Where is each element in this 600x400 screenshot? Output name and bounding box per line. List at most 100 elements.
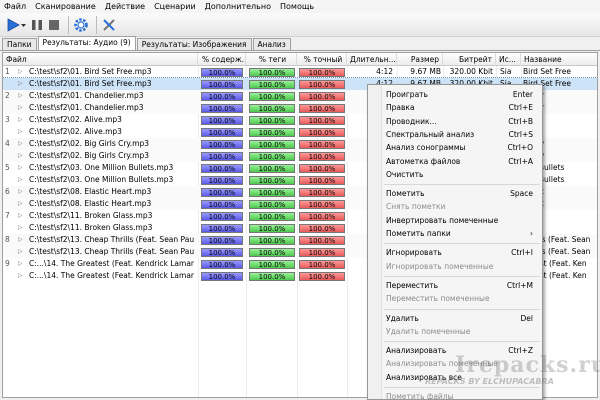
context-menu-label: Переместить помеченные: [386, 294, 490, 304]
content-match-bar: 100.0%: [201, 259, 243, 269]
expand-arrow-icon[interactable]: ▷: [18, 258, 24, 270]
tab-0[interactable]: Папки: [2, 38, 37, 50]
tab-3[interactable]: Анализ: [252, 38, 291, 50]
column-exact[interactable]: % точный: [297, 53, 347, 66]
context-menu-item: Удалить помеченные: [383, 325, 541, 338]
expand-arrow-icon[interactable]: ▷: [18, 234, 24, 246]
menu-separator: [384, 387, 540, 388]
expand-arrow-icon[interactable]: ▷: [18, 270, 24, 282]
file-path: C:\test\sf2\13. Cheap Thrills (Feat. Sea…: [29, 247, 194, 256]
menu-bar: Файл Сканирование Действие Сценарии Дополнит…: [0, 0, 600, 13]
context-menu-gutter: [368, 85, 382, 399]
expand-arrow-icon[interactable]: ▷: [18, 198, 24, 210]
context-menu-item[interactable]: Анализ сонограммы Ctrl+O: [383, 141, 541, 154]
context-menu-item: Пометить файлы: [383, 390, 541, 399]
settings-button[interactable]: [73, 15, 89, 35]
expand-arrow-icon[interactable]: ▷: [18, 210, 24, 222]
context-menu-item[interactable]: Проводник... Ctrl+B: [383, 115, 541, 128]
expand-arrow-icon[interactable]: ▷: [18, 102, 24, 114]
exact-match-bar: 100.0%: [299, 271, 345, 281]
expand-arrow-icon[interactable]: ▷: [18, 186, 24, 198]
tab-2[interactable]: Результаты: Изображения: [136, 38, 252, 50]
column-name[interactable]: Название: [521, 53, 597, 66]
context-menu-item[interactable]: Игнорировать Ctrl+I: [383, 246, 541, 259]
expand-arrow-icon[interactable]: ▷: [18, 246, 24, 258]
context-menu-item: Игнорировать помеченные: [383, 260, 541, 273]
row-group-number: 8: [5, 235, 10, 244]
context-menu-shortcut: Ctrl+M: [506, 280, 533, 290]
context-menu-item[interactable]: Переместить Ctrl+M: [383, 279, 541, 292]
context-menu-item[interactable]: Пометить Space: [383, 187, 541, 200]
context-menu-item: Снять пометки: [383, 200, 541, 213]
file-path: C:...\14. The Greatest (Feat. Kendrick L…: [29, 271, 194, 280]
menu-item[interactable]: Сканирование: [35, 2, 96, 11]
context-menu-item: Переместить помеченные: [383, 292, 541, 305]
expand-arrow-icon[interactable]: ▷: [18, 78, 24, 90]
context-menu-label: Удалить помеченные: [386, 326, 471, 336]
toolbar-separator: [68, 15, 69, 34]
expand-arrow-icon[interactable]: ▷: [18, 114, 24, 126]
play-button[interactable]: [6, 15, 27, 35]
expand-arrow-icon[interactable]: ▷: [18, 222, 24, 234]
column-bitrate[interactable]: Битрейт: [443, 53, 496, 66]
file-path: C:\test\sf2\01. Bird Set Free.mp3: [29, 67, 152, 76]
menu-item[interactable]: Сценарии: [154, 2, 196, 11]
column-content[interactable]: % содерж.: [198, 53, 246, 66]
tags-match-bar: 100.0%: [249, 163, 295, 173]
context-menu-item[interactable]: Спектральный анализ Ctrl+S: [383, 128, 541, 141]
exact-match-bar: 100.0%: [299, 79, 345, 89]
row-group-number: 4: [5, 139, 10, 148]
row-group-number: [5, 150, 15, 162]
tab-1[interactable]: Результаты: Аудио (9): [37, 36, 136, 50]
duration: 4:12: [376, 67, 393, 76]
content-match-bar: 100.0%: [201, 91, 243, 101]
context-menu-item[interactable]: Очистить: [383, 168, 541, 181]
row-group-number: 6: [5, 187, 10, 196]
menu-item[interactable]: Файл: [4, 2, 26, 11]
expand-arrow-icon[interactable]: ▷: [18, 66, 24, 78]
menu-item[interactable]: Дополнительно: [205, 2, 271, 11]
file-path: C:\test\sf2\08. Elastic Heart.mp3: [29, 187, 152, 196]
expand-arrow-icon[interactable]: ▷: [18, 162, 24, 174]
column-tags[interactable]: % теги: [246, 53, 297, 66]
context-menu-item[interactable]: Пометить папки ›: [383, 227, 541, 240]
expand-arrow-icon[interactable]: ▷: [18, 126, 24, 138]
exact-match-bar: 100.0%: [299, 139, 345, 149]
tools-button[interactable]: [101, 15, 117, 35]
context-menu-shortcut: Ctrl+B: [508, 116, 533, 126]
context-menu-item[interactable]: Автометка файлов Ctrl+A: [383, 155, 541, 168]
tags-match-bar: 100.0%: [249, 91, 295, 101]
file-path: C:...\14. The Greatest (Feat. Kendrick L…: [29, 259, 194, 268]
expand-arrow-icon[interactable]: ▷: [18, 150, 24, 162]
context-menu-item[interactable]: Проиграть Enter: [383, 88, 541, 101]
table-row[interactable]: 1 ▷ C:\test\sf2\01. Bird Set Free.mp3 100.0…: [3, 66, 597, 78]
context-menu-shortcut: Ctrl+A: [508, 156, 533, 166]
pause-button[interactable]: [30, 15, 44, 35]
column-size[interactable]: Размер: [397, 53, 443, 66]
tags-match-bar: 100.0%: [249, 187, 295, 197]
expand-arrow-icon[interactable]: ▷: [18, 174, 24, 186]
context-menu-label: Проводник...: [386, 116, 437, 126]
stop-button[interactable]: [47, 15, 61, 35]
column-length[interactable]: Длительн...: [347, 53, 397, 66]
expand-arrow-icon[interactable]: ▷: [18, 90, 24, 102]
source: Sia: [500, 67, 512, 76]
expand-arrow-icon[interactable]: ▷: [18, 138, 24, 150]
column-source[interactable]: Ис...: [496, 53, 521, 66]
context-menu-shortcut: Space: [510, 189, 533, 199]
context-menu-item[interactable]: Удалить Del: [383, 312, 541, 325]
exact-match-bar: 100.0%: [299, 259, 345, 269]
context-menu-item[interactable]: Правка Ctrl+E: [383, 101, 541, 114]
menu-item[interactable]: Действие: [105, 2, 145, 11]
row-group-number: [5, 102, 15, 114]
file-path: C:\test\sf2\11. Broken Glass.mp3: [29, 211, 153, 220]
tags-match-bar: 100.0%: [249, 115, 295, 125]
content-match-bar: 100.0%: [201, 199, 243, 209]
menu-item[interactable]: Помощь: [280, 2, 314, 11]
content-match-bar: 100.0%: [201, 151, 243, 161]
column-file[interactable]: Файл: [3, 53, 198, 66]
menu-separator: [384, 341, 540, 343]
context-menu-shortcut: ›: [530, 229, 533, 238]
context-menu-item[interactable]: Инвертировать помеченные: [383, 214, 541, 227]
context-menu-label: Анализировать: [386, 346, 447, 356]
